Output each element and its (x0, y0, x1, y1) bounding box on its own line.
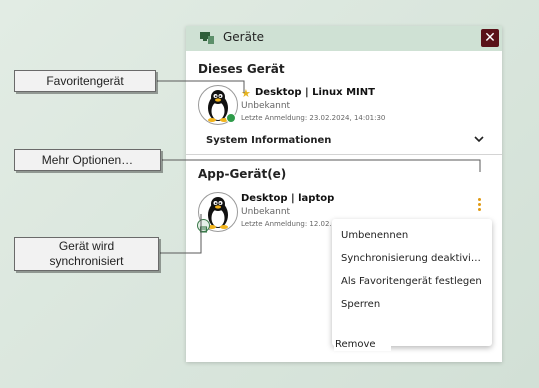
window-titlebar: Geräte ✕ (186, 26, 502, 51)
app-device-last-login: Letzte Anmeldung: 12.02. (241, 220, 332, 228)
callout-more-options: Mehr Optionen… (14, 149, 161, 171)
menu-item-rename[interactable]: Umbenennen (341, 230, 408, 241)
app-device-name: Desktop | laptop (241, 193, 335, 204)
context-menu: Umbenennen Synchronisierung deaktivi… Al… (332, 219, 492, 346)
online-status-dot (226, 113, 236, 123)
sync-icon (197, 219, 210, 233)
this-device-status: Unbekannt (241, 101, 291, 111)
kebab-menu-icon[interactable] (475, 198, 483, 216)
callout-sync-line2: synchronisiert (49, 254, 124, 268)
app-devices-heading: App-Gerät(e) (198, 167, 287, 181)
this-device-name: Desktop | Linux MINT (255, 87, 375, 98)
devices-icon (200, 32, 214, 44)
system-info-label[interactable]: System Informationen (206, 135, 331, 146)
window-title: Geräte (223, 30, 265, 44)
app-device-status: Unbekannt (241, 207, 291, 217)
menu-item-disable-sync[interactable]: Synchronisierung deaktivi… (341, 253, 481, 264)
menu-item-set-favorite[interactable]: Als Favoritengerät festlegen (341, 276, 482, 287)
this-device-heading: Dieses Gerät (198, 62, 285, 76)
star-icon: ★ (241, 87, 251, 100)
callout-sync: Gerät wird synchronisiert (14, 237, 159, 271)
menu-item-remove[interactable]: Remove (334, 339, 391, 351)
this-device-last-login: Letzte Anmeldung: 23.02.2024, 14:01:30 (241, 114, 386, 122)
menu-scroll-fade (332, 315, 492, 331)
close-button[interactable]: ✕ (481, 29, 499, 47)
chevron-down-icon[interactable] (472, 132, 486, 146)
menu-item-lock[interactable]: Sperren (341, 299, 380, 310)
callout-favorite-text: Favoritengerät (46, 74, 124, 88)
section-divider (186, 154, 502, 155)
callout-favorite: Favoritengerät (14, 70, 156, 92)
callout-sync-line1: Gerät wird (58, 239, 115, 253)
callout-more-options-text: Mehr Optionen… (41, 153, 134, 167)
close-icon: ✕ (484, 30, 496, 46)
